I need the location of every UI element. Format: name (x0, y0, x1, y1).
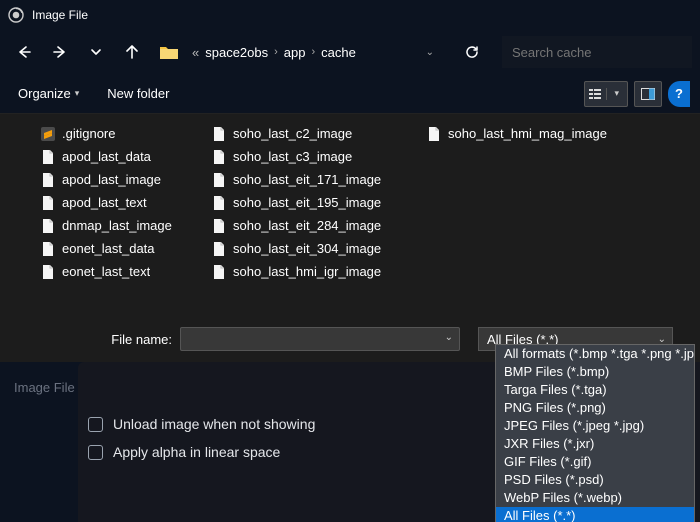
file-item[interactable]: eonet_last_data (40, 237, 195, 260)
file-icon (211, 172, 227, 188)
file-item[interactable]: soho_last_eit_171_image (211, 168, 410, 191)
chevron-right-icon: › (312, 46, 316, 58)
file-name: apod_last_data (62, 149, 151, 164)
filetype-option[interactable]: Targa Files (*.tga) (496, 381, 694, 399)
breadcrumb-item[interactable]: space2obs (205, 45, 268, 60)
file-name: soho_last_hmi_mag_image (448, 126, 607, 141)
preview-pane-button[interactable] (634, 81, 662, 107)
new-folder-label: New folder (107, 86, 169, 101)
file-icon (40, 126, 56, 142)
file-name: soho_last_eit_284_image (233, 218, 381, 233)
file-item[interactable]: soho_last_hmi_igr_image (211, 260, 410, 283)
chevron-down-icon: ⌄ (658, 334, 666, 345)
checkbox-icon[interactable] (88, 417, 103, 432)
file-icon (211, 218, 227, 234)
help-button[interactable]: ? (668, 81, 690, 107)
file-name: eonet_last_data (62, 241, 155, 256)
file-name: apod_last_text (62, 195, 147, 210)
filetype-option[interactable]: All Files (*.*) (496, 507, 694, 522)
filetype-option[interactable]: PNG Files (*.png) (496, 399, 694, 417)
file-item[interactable]: dnmap_last_image (40, 214, 195, 237)
breadcrumb-item[interactable]: app (284, 45, 306, 60)
checkbox-icon[interactable] (88, 445, 103, 460)
file-name: soho_last_eit_195_image (233, 195, 381, 210)
file-name: eonet_last_text (62, 264, 150, 279)
nav-bar: « space2obs › app › cache ⌄ (0, 30, 700, 74)
file-item[interactable]: soho_last_hmi_mag_image (426, 122, 625, 145)
chevron-down-icon: ▾ (75, 88, 80, 99)
filetype-option[interactable]: PSD Files (*.psd) (496, 471, 694, 489)
organize-menu[interactable]: Organize ▾ (18, 86, 79, 101)
unload-label: Unload image when not showing (113, 416, 315, 432)
file-icon (211, 126, 227, 142)
forward-button[interactable] (44, 36, 76, 68)
new-folder-button[interactable]: New folder (107, 86, 169, 101)
file-item[interactable]: eonet_last_text (40, 260, 195, 283)
file-icon (211, 195, 227, 211)
filetype-option[interactable]: GIF Files (*.gif) (496, 453, 694, 471)
file-icon (211, 149, 227, 165)
file-icon (40, 172, 56, 188)
file-item[interactable]: apod_last_image (40, 168, 195, 191)
file-item[interactable]: soho_last_eit_284_image (211, 214, 410, 237)
search-input[interactable] (502, 36, 692, 68)
filetype-option[interactable]: BMP Files (*.bmp) (496, 363, 694, 381)
filetype-option[interactable]: All formats (*.bmp *.tga *.png *.jpeg *.… (496, 345, 694, 363)
file-icon (211, 241, 227, 257)
file-icon (40, 195, 56, 211)
file-icon (40, 218, 56, 234)
filetype-option[interactable]: JPEG Files (*.jpeg *.jpg) (496, 417, 694, 435)
file-item[interactable]: soho_last_c3_image (211, 145, 410, 168)
breadcrumb-prefix: « (192, 45, 199, 60)
file-item[interactable]: soho_last_c2_image (211, 122, 410, 145)
filetype-option[interactable]: JXR Files (*.jxr) (496, 435, 694, 453)
organize-label: Organize (18, 86, 71, 101)
file-item[interactable]: apod_last_text (40, 191, 195, 214)
chevron-down-icon[interactable]: ⌄ (426, 47, 440, 58)
view-mode-button[interactable]: ▾ (584, 81, 628, 107)
alpha-label: Apply alpha in linear space (113, 444, 280, 460)
filename-input[interactable]: ⌄ (180, 327, 460, 351)
file-item[interactable]: apod_last_data (40, 145, 195, 168)
file-icon (40, 149, 56, 165)
file-name: soho_last_hmi_igr_image (233, 264, 381, 279)
file-item[interactable]: .gitignore (40, 122, 195, 145)
filename-label: File name: (40, 332, 180, 347)
back-button[interactable] (8, 36, 40, 68)
file-name: soho_last_eit_304_image (233, 241, 381, 256)
file-icon (211, 264, 227, 280)
toolbar: Organize ▾ New folder ▾ ? (0, 74, 700, 114)
file-list: .gitignore apod_last_data apod_last_imagea… (0, 114, 700, 314)
file-item[interactable]: soho_last_eit_195_image (211, 191, 410, 214)
file-name: soho_last_c2_image (233, 126, 352, 141)
chevron-right-icon: › (274, 46, 278, 58)
refresh-button[interactable] (454, 36, 490, 68)
recent-dropdown[interactable] (80, 36, 112, 68)
file-name: apod_last_image (62, 172, 161, 187)
chevron-down-icon[interactable]: ⌄ (445, 332, 453, 343)
file-name: soho_last_c3_image (233, 149, 352, 164)
filetype-option[interactable]: WebP Files (*.webp) (496, 489, 694, 507)
file-icon (40, 264, 56, 280)
file-name: soho_last_eit_171_image (233, 172, 381, 187)
title-bar: Image File (0, 0, 700, 30)
window-title: Image File (32, 8, 88, 22)
chevron-down-icon: ▾ (614, 88, 619, 99)
up-button[interactable] (116, 36, 148, 68)
folder-icon (158, 41, 180, 63)
breadcrumb[interactable]: « space2obs › app › cache ⌄ (184, 36, 446, 68)
file-name: dnmap_last_image (62, 218, 172, 233)
file-name: .gitignore (62, 126, 115, 141)
breadcrumb-item[interactable]: cache (321, 45, 356, 60)
file-item[interactable]: soho_last_eit_304_image (211, 237, 410, 260)
app-icon (8, 7, 24, 23)
filetype-dropdown[interactable]: All formats (*.bmp *.tga *.png *.jpeg *.… (495, 344, 695, 522)
file-icon (426, 126, 442, 142)
file-icon (40, 241, 56, 257)
